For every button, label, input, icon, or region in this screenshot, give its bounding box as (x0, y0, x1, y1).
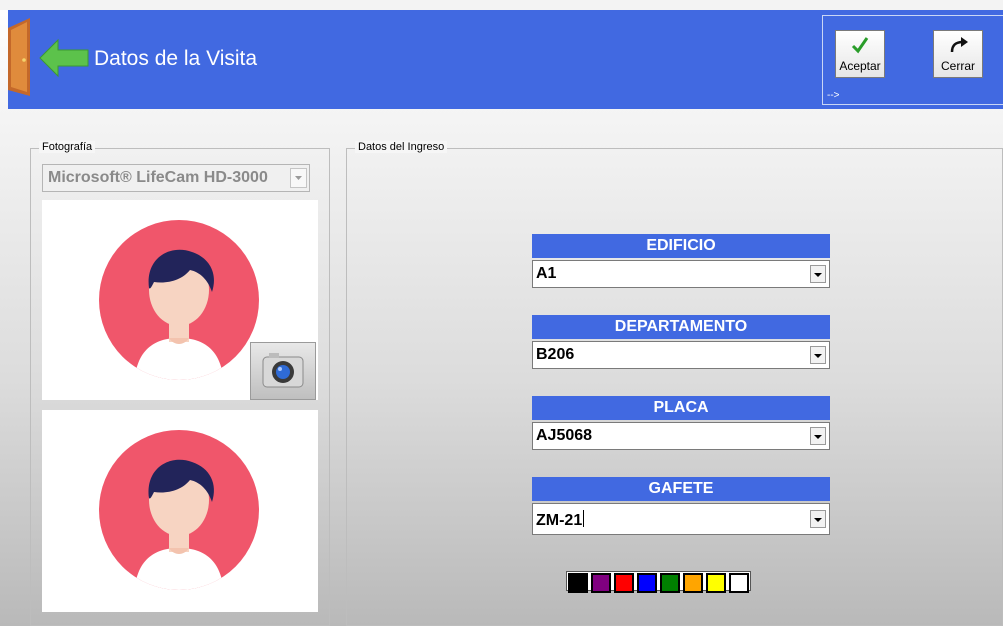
close-button[interactable]: Cerrar (933, 30, 983, 78)
camera-select[interactable]: Microsoft® LifeCam HD-3000 (42, 164, 310, 192)
window-top-strip (0, 0, 1003, 10)
badge-color-picker (566, 571, 751, 593)
redo-arrow-icon (950, 37, 968, 53)
camera-select-value: Microsoft® LifeCam HD-3000 (48, 169, 268, 186)
building-select[interactable]: A1 (532, 260, 830, 288)
page-title: Datos de la Visita (94, 47, 258, 70)
department-value: B206 (536, 346, 575, 363)
plate-select[interactable]: AJ5068 (532, 422, 830, 450)
entry-group-title: Datos del Ingreso (355, 141, 448, 153)
camera-icon (262, 353, 304, 388)
color-swatch[interactable] (568, 573, 588, 593)
accept-button[interactable]: Aceptar (835, 30, 885, 78)
accept-button-label: Aceptar (839, 59, 881, 73)
avatar-placeholder-icon (99, 430, 259, 590)
chevron-down-icon[interactable] (810, 510, 826, 528)
toolbar-overflow[interactable]: --> (827, 90, 840, 101)
color-swatch[interactable] (683, 573, 703, 593)
department-select[interactable]: B206 (532, 341, 830, 369)
color-swatch[interactable] (614, 573, 634, 593)
building-value: A1 (536, 265, 557, 282)
chevron-down-icon[interactable] (810, 427, 826, 445)
color-swatch[interactable] (637, 573, 657, 593)
department-label: DEPARTAMENTO (532, 315, 830, 339)
captured-photo (42, 410, 318, 612)
color-swatch[interactable] (729, 573, 749, 593)
plate-label: PLACA (532, 396, 830, 420)
chevron-down-icon[interactable] (810, 265, 826, 283)
color-swatch[interactable] (660, 573, 680, 593)
building-label: EDIFICIO (532, 234, 830, 258)
color-swatch[interactable] (706, 573, 726, 593)
color-swatch[interactable] (591, 573, 611, 593)
chevron-down-icon[interactable] (810, 346, 826, 364)
capture-photo-button[interactable] (250, 342, 316, 400)
close-button-label: Cerrar (940, 59, 975, 73)
toolbar: Aceptar Cerrar --> (822, 15, 1003, 105)
header-bar: Datos de la Visita Aceptar Cerrar --> (8, 10, 1003, 109)
entry-group: Datos del Ingreso (346, 141, 1003, 626)
plate-value: AJ5068 (536, 427, 593, 444)
chevron-down-icon[interactable] (290, 168, 307, 188)
badge-label: GAFETE (532, 477, 830, 501)
badge-value: ZM-21 (536, 510, 585, 529)
badge-select[interactable]: ZM-21 (532, 503, 830, 535)
exit-door-icon (8, 18, 89, 96)
badge-color-swatches (566, 571, 751, 593)
checkmark-icon (851, 37, 869, 54)
photo-group-title: Fotografía (39, 141, 96, 153)
